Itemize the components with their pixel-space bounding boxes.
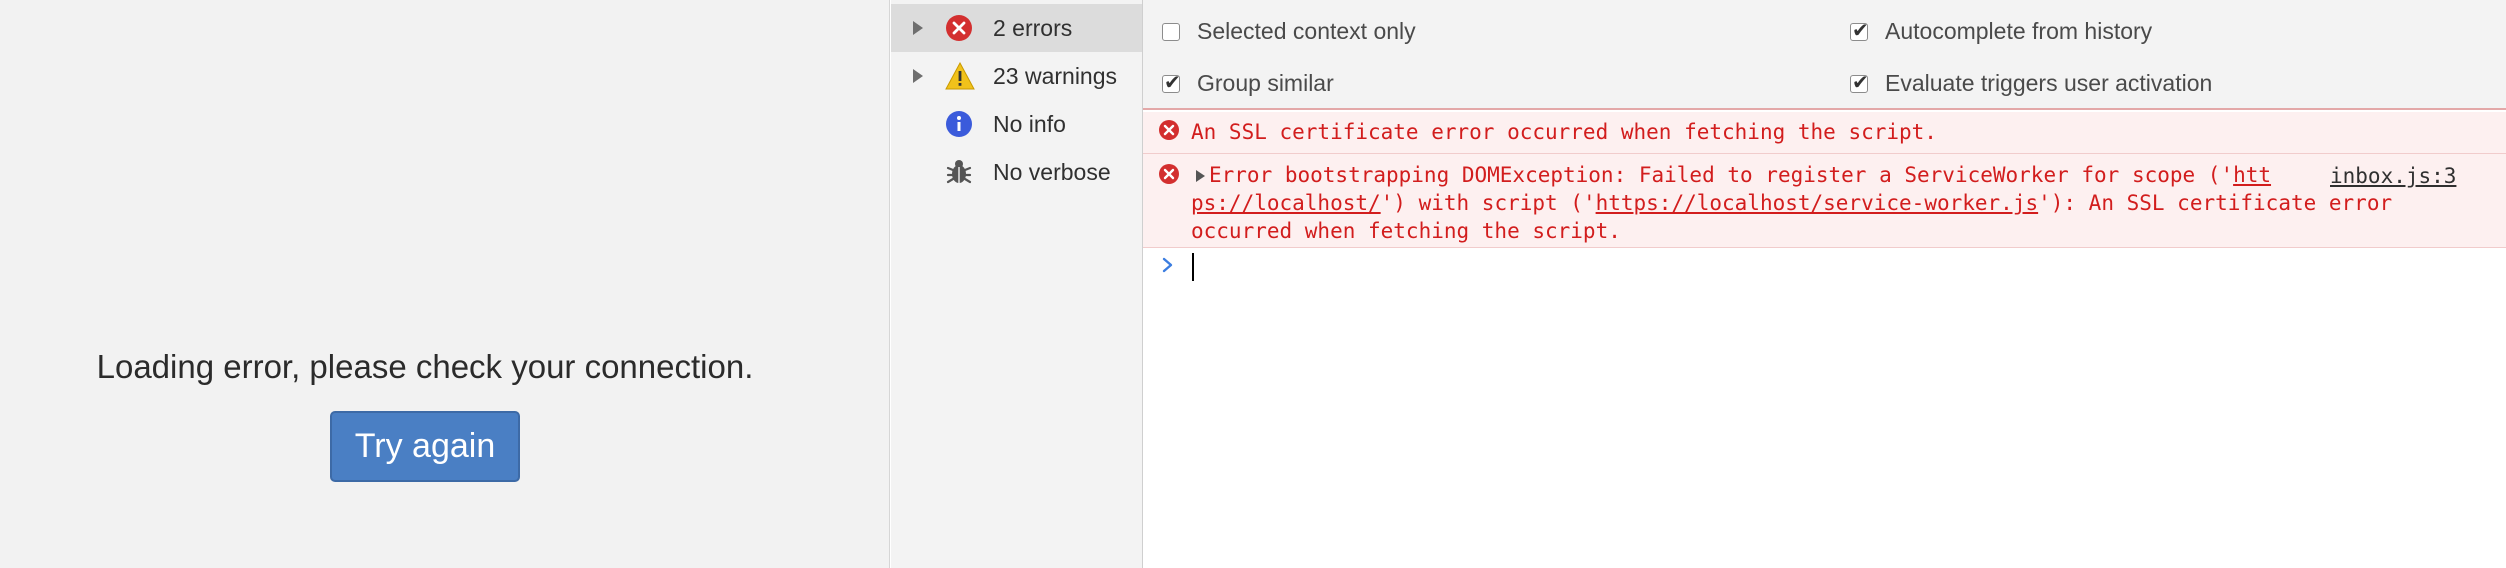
message-line: ps://localhost/') with script ('https://… xyxy=(1191,189,2392,217)
page-viewport: Loading error, please check your connect… xyxy=(0,0,890,568)
checkbox-box[interactable]: ✔ xyxy=(1162,70,1181,94)
message-text: Error bootstrapping DOMException: Failed… xyxy=(1209,163,2234,187)
sidebar-item-errors[interactable]: 2 errors xyxy=(891,4,1142,52)
sidebar-item-label: No info xyxy=(993,111,1066,137)
setting-label: Evaluate triggers user activation xyxy=(1885,70,2213,96)
console-main: Selected context only ✔ Group similar ✔ … xyxy=(1143,0,2506,568)
message-line: Error bootstrapping DOMException: Failed… xyxy=(1209,161,2271,189)
sidebar-item-verbose[interactable]: No verbose xyxy=(891,148,1142,196)
scope-link[interactable]: htt xyxy=(2233,163,2271,187)
message-text: ') with script (' xyxy=(1380,191,1596,215)
console-error-message: Error bootstrapping DOMException: Failed… xyxy=(1143,154,2506,248)
sidebar-item-label: 23 warnings xyxy=(993,63,1118,89)
console-prompt[interactable] xyxy=(1143,248,2506,288)
warning-icon xyxy=(945,61,975,90)
expand-arrow-icon[interactable] xyxy=(913,21,923,35)
message-line: occurred when fetching the script. xyxy=(1191,219,1621,243)
bug-icon xyxy=(945,158,973,186)
try-again-button[interactable]: Try again xyxy=(330,411,520,482)
expand-arrow-icon[interactable] xyxy=(1196,170,1205,182)
sidebar-item-info[interactable]: No info xyxy=(891,100,1142,148)
message-text: '): An SSL certificate error xyxy=(2038,191,2393,215)
error-icon xyxy=(945,14,973,42)
text-cursor xyxy=(1192,253,1194,281)
expand-arrow-icon[interactable] xyxy=(913,69,923,83)
info-icon xyxy=(945,110,973,138)
checkmark-icon: ✔ xyxy=(1164,70,1181,94)
message-text: An SSL certificate error occurred when f… xyxy=(1191,120,1937,144)
console-sidebar: 2 errors 23 warnings No info No verbose xyxy=(891,0,1143,568)
scope-link[interactable]: ps://localhost/ xyxy=(1191,191,1381,215)
checkbox-box[interactable] xyxy=(1162,23,1180,41)
error-icon xyxy=(1158,163,1180,185)
source-location-link[interactable]: inbox.js:3 xyxy=(2330,162,2456,190)
setting-label: Selected context only xyxy=(1197,18,1416,44)
app-root: Loading error, please check your connect… xyxy=(0,0,2506,568)
setting-label: Autocomplete from history xyxy=(1885,18,2153,44)
prompt-chevron-icon xyxy=(1159,256,1177,274)
error-icon xyxy=(1158,119,1180,141)
sidebar-item-warnings[interactable]: 23 warnings xyxy=(891,52,1142,100)
checkmark-icon: ✔ xyxy=(1852,18,1869,42)
loading-error-message: Loading error, please check your connect… xyxy=(96,348,754,385)
console-settings: Selected context only ✔ Group similar ✔ … xyxy=(1143,0,2506,110)
setting-label: Group similar xyxy=(1197,70,1334,96)
console-error-message: An SSL certificate error occurred when f… xyxy=(1143,112,2506,154)
sidebar-item-label: No verbose xyxy=(993,159,1111,185)
script-link[interactable]: https://localhost/service-worker.js xyxy=(1596,191,2039,215)
checkbox-box[interactable]: ✔ xyxy=(1850,18,1869,42)
sidebar-item-label: 2 errors xyxy=(993,15,1073,41)
checkmark-icon: ✔ xyxy=(1852,70,1869,94)
checkbox-box[interactable]: ✔ xyxy=(1850,70,1869,94)
